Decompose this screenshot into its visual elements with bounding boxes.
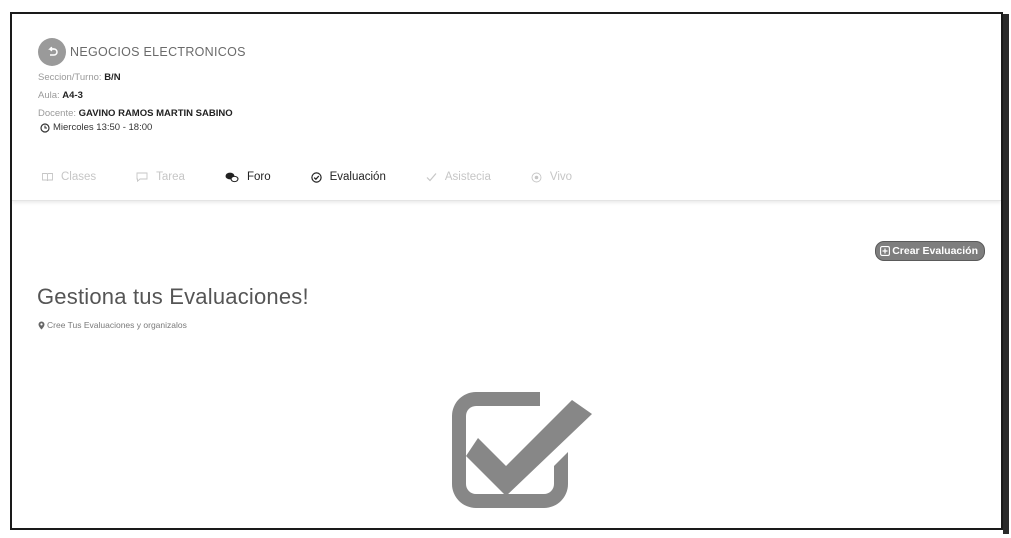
checkmark-icon: [426, 172, 437, 182]
tab-asistencia[interactable]: Asistecia: [426, 171, 491, 183]
section-info: Seccion/Turno: B/N: [38, 72, 121, 83]
course-title: NEGOCIOS ELECTRONICOS: [70, 45, 246, 59]
tab-label: Tarea: [156, 171, 185, 183]
teacher-info: Docente: GAVINO RAMOS MARTIN SABINO: [38, 108, 233, 119]
frame-edge: [1003, 14, 1009, 534]
chat-bubble-icon: [136, 172, 148, 182]
classroom-label: Aula:: [38, 90, 60, 101]
create-evaluation-label: Crear Evaluación: [892, 245, 978, 257]
tab-tarea[interactable]: Tarea: [136, 171, 185, 183]
tab-foro[interactable]: Foro: [225, 171, 271, 183]
course-tabs: Clases Tarea Foro Evaluación Asistecia V…: [42, 171, 612, 183]
book-icon: [42, 172, 53, 182]
tab-label: Evaluación: [329, 171, 386, 183]
course-title-row: NEGOCIOS ELECTRONICOS: [38, 38, 246, 66]
teacher-label: Docente:: [38, 108, 77, 119]
course-header: NEGOCIOS ELECTRONICOS Seccion/Turno: B/N…: [12, 14, 1001, 201]
page-title: Gestiona tus Evaluaciones!: [37, 284, 309, 309]
tab-evaluacion[interactable]: Evaluación: [310, 171, 386, 183]
tab-label: Clases: [61, 171, 97, 183]
map-marker-icon: [38, 321, 45, 330]
teacher-value: GAVINO RAMOS MARTIN SABINO: [78, 108, 233, 119]
tab-vivo[interactable]: Vivo: [531, 171, 572, 183]
tab-clases[interactable]: Clases: [42, 171, 96, 183]
tab-label: Foro: [246, 171, 271, 183]
checkbox-checked-icon: [444, 384, 604, 528]
plus-square-icon: [880, 246, 891, 256]
check-circle-icon: [310, 171, 322, 183]
classroom-value: A4-3: [62, 90, 83, 101]
subtitle-text: Cree Tus Evaluaciones y organizalos: [47, 320, 187, 330]
section-value: B/N: [104, 72, 121, 83]
page-subtitle: Cree Tus Evaluaciones y organizalos: [38, 320, 187, 330]
section-label: Seccion/Turno:: [38, 72, 102, 83]
schedule: Miercoles 13:50 - 18:00: [40, 122, 152, 133]
clock-icon: [40, 122, 50, 133]
comments-icon: [225, 172, 239, 183]
back-icon[interactable]: [38, 38, 66, 66]
schedule-text: Miercoles 13:50 - 18:00: [53, 122, 153, 133]
create-evaluation-button[interactable]: Crear Evaluación: [875, 241, 985, 261]
tab-label: Asistecia: [444, 171, 491, 183]
classroom-info: Aula: A4-3: [38, 90, 83, 101]
app-window: NEGOCIOS ELECTRONICOS Seccion/Turno: B/N…: [10, 12, 1003, 530]
tab-label: Vivo: [549, 171, 573, 183]
record-icon: [531, 172, 542, 183]
